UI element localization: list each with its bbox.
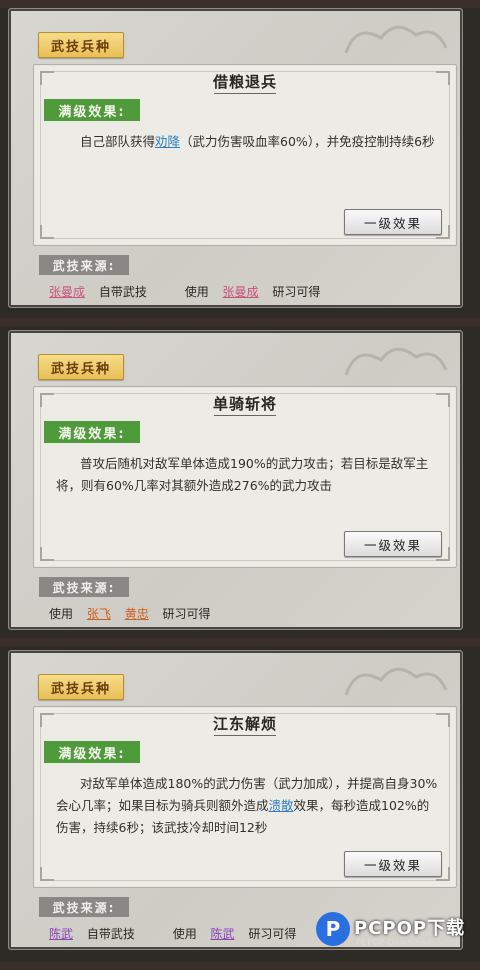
pcpop-logo-icon: P (316, 912, 350, 946)
source-line: 张曼成 自带武技 使用 张曼成 研习可得 (49, 285, 321, 299)
skill-card: 单骑斩将 满级效果: 普攻后随机对敌军单体造成190%的武力攻击；若目标是敌军主… (33, 386, 457, 568)
source-line: 陈武 自带武技 使用 陈武 研习可得 (49, 927, 297, 941)
header-tag: 武技兵种 (38, 674, 124, 700)
source-line: 使用 张飞 黄忠 研习可得 (49, 607, 211, 621)
source-label: 武技来源: (39, 897, 129, 917)
keyword-link[interactable]: 劝降 (155, 134, 180, 149)
skill-description: 自己部队获得劝降（武力伤害吸血率60%），并免疫控制持续6秒 (80, 134, 435, 149)
watermark-subtext: PCPOP Download (356, 938, 432, 947)
watermark: P PCPOP下载 PCPOP Download (316, 908, 476, 964)
skill-card: 江东解烦 满级效果: 对敌军单体造成180%的武力伤害（武力加成），并提高自身3… (33, 706, 457, 888)
skill-panel-2: 武技兵种 单骑斩将 满级效果: 普攻后随机对敌军单体造成190%的武力攻击；若目… (8, 330, 463, 630)
general-link[interactable]: 陈武 (211, 927, 235, 941)
source-label: 武技来源: (39, 577, 129, 597)
level-1-effect-button[interactable]: 一级效果 (344, 851, 442, 877)
skill-name: 单骑斩将 (212, 395, 277, 413)
general-link[interactable]: 陈武 (49, 927, 73, 941)
skill-description: 对敌军单体造成180%的武力伤害（武力加成），并提高自身30%会心几率；如果目标… (56, 776, 438, 835)
max-effect-label: 满级效果: (44, 741, 140, 763)
header-tag: 武技兵种 (38, 32, 124, 58)
skill-name: 江东解烦 (212, 715, 277, 733)
level-1-effect-button[interactable]: 一级效果 (344, 209, 442, 235)
title-underline (214, 735, 276, 736)
skill-panel-3: 武技兵种 江东解烦 满级效果: 对敌军单体造成180%的武力伤害（武力加成），并… (8, 650, 463, 950)
keyword-link[interactable]: 溃散 (269, 798, 294, 813)
skill-name: 借粮退兵 (212, 73, 277, 91)
skill-panel-1: 武技兵种 借粮退兵 满级效果: 自己部队获得劝降（武力伤害吸血率60%），并免疫… (8, 8, 463, 308)
title-underline (214, 93, 276, 94)
title-underline (214, 415, 276, 416)
general-link[interactable]: 张曼成 (223, 285, 259, 299)
max-effect-label: 满级效果: (44, 421, 140, 443)
skill-description: 普攻后随机对敌军单体造成190%的武力攻击；若目标是敌军主将，则有60%几率对其… (56, 456, 429, 493)
general-link[interactable]: 张曼成 (49, 285, 85, 299)
header-tag: 武技兵种 (38, 354, 124, 380)
general-link[interactable]: 张飞 (87, 607, 111, 621)
level-1-effect-button[interactable]: 一级效果 (344, 531, 442, 557)
source-label: 武技来源: (39, 255, 129, 275)
skill-card: 借粮退兵 满级效果: 自己部队获得劝降（武力伤害吸血率60%），并免疫控制持续6… (33, 64, 457, 246)
watermark-text: PCPOP下载 (354, 918, 466, 939)
general-link[interactable]: 黄忠 (125, 607, 149, 621)
max-effect-label: 满级效果: (44, 99, 140, 121)
